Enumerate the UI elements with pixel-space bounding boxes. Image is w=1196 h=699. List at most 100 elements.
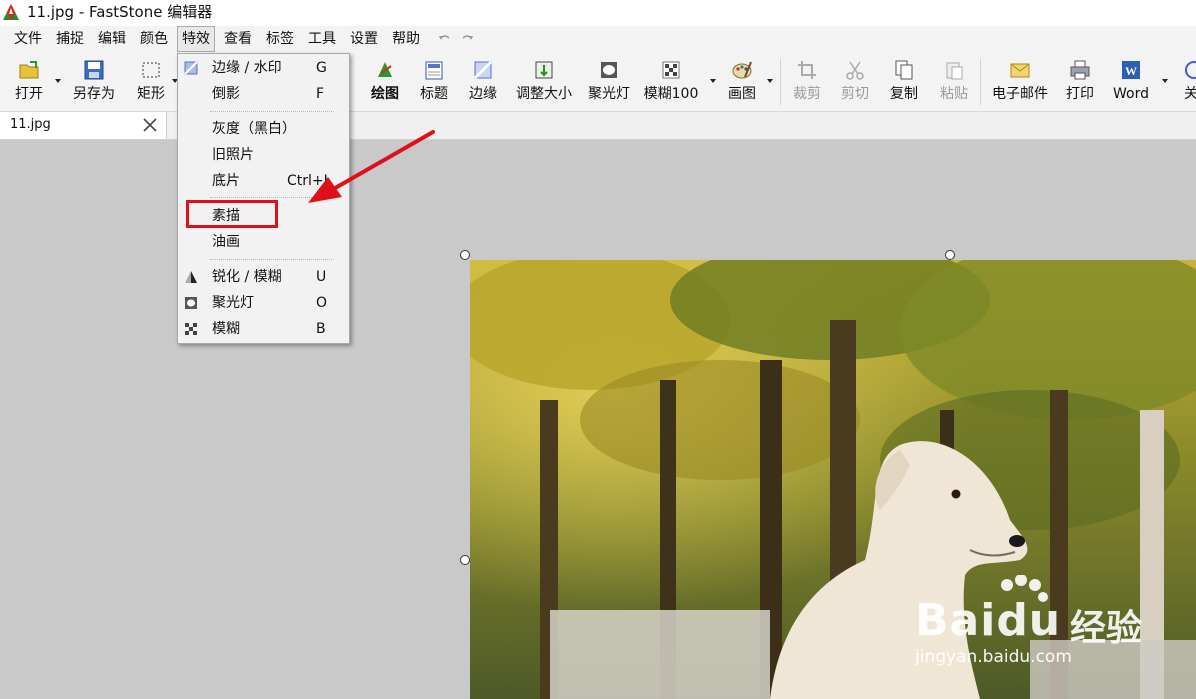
caption-button[interactable]: 标题 (414, 53, 454, 109)
menu-bar: 文件 捕捉 编辑 颜色 特效 查看 标签 工具 设置 帮助 (0, 26, 1196, 53)
resize-icon (535, 61, 553, 79)
menu-help[interactable]: 帮助 (388, 26, 424, 52)
menu-file[interactable]: 文件 (10, 26, 46, 52)
rectangle-select-icon (142, 62, 160, 78)
menu-item-spotlight[interactable]: 聚光灯 O (178, 291, 349, 315)
paint-label: 画图 (728, 86, 756, 102)
selection-handle[interactable] (945, 250, 955, 260)
tab-label: 11.jpg (10, 117, 51, 132)
copy-label: 复制 (890, 86, 918, 102)
watermark-url: jingyan.baidu.com (915, 647, 1072, 667)
email-envelope-icon (1010, 63, 1030, 78)
toolbar-separator (980, 59, 981, 105)
toolbar-separator (780, 59, 781, 105)
spotlight-icon (185, 297, 197, 309)
paste-icon (946, 62, 963, 80)
word-icon: W (1122, 61, 1140, 79)
blur-dropdown-arrow[interactable] (710, 79, 716, 83)
paint-button[interactable]: 画图 (722, 53, 762, 109)
word-button[interactable]: W Word (1108, 53, 1154, 109)
menu-tools[interactable]: 工具 (304, 26, 340, 52)
open-folder-icon (19, 61, 39, 79)
copy-icon (895, 60, 913, 80)
blur-button[interactable]: 模糊100 (640, 53, 702, 109)
resize-button[interactable]: 调整大小 (512, 53, 576, 109)
edge-button[interactable]: 边缘 (462, 53, 504, 109)
printer-icon (1070, 60, 1090, 80)
close-partial-label: 关 (1184, 86, 1196, 102)
spotlight-label: 聚光灯 (588, 86, 630, 102)
menu-effects[interactable]: 特效 (177, 26, 215, 52)
open-label: 打开 (15, 86, 43, 102)
spotlight-button[interactable]: 聚光灯 (584, 53, 634, 109)
paste-label: 粘贴 (940, 86, 968, 102)
email-button[interactable]: 电子邮件 (986, 53, 1054, 109)
close-icon[interactable] (140, 115, 160, 135)
close-circle-icon (1185, 61, 1196, 79)
menu-settings[interactable]: 设置 (346, 26, 382, 52)
draw-button[interactable]: 绘图 (366, 53, 404, 109)
title-bar: 11.jpg - FastStone 编辑器 (0, 0, 1196, 26)
baidu-watermark: Baidu 经验 jingyan.baidu.com (915, 575, 1185, 675)
menu-colors[interactable]: 颜色 (136, 26, 172, 52)
draw-label: 绘图 (371, 86, 399, 102)
menu-tags[interactable]: 标签 (262, 26, 298, 52)
annotation-highlight-box (186, 200, 278, 228)
word-dropdown-arrow[interactable] (1162, 79, 1168, 83)
crop-icon (798, 61, 816, 79)
save-as-label: 另存为 (73, 86, 115, 102)
menu-item-sharpen-blur[interactable]: 锐化 / 模糊 U (178, 265, 349, 289)
paint-palette-icon (732, 61, 752, 79)
menu-item-edge-watermark[interactable]: 边缘 / 水印 G (178, 56, 349, 80)
paint-dropdown-arrow[interactable] (767, 79, 773, 83)
edge-label: 边缘 (469, 86, 497, 102)
spotlight-icon (601, 62, 617, 78)
menu-item-oil-painting[interactable]: 油画 (178, 230, 349, 254)
watermark-cn: 经验 (1070, 608, 1143, 649)
draw-icon (378, 62, 392, 77)
cut-label: 剪切 (841, 86, 869, 102)
svg-text:W: W (1125, 64, 1137, 78)
selection-handle[interactable] (460, 555, 470, 565)
redo-icon[interactable] (460, 32, 474, 46)
menu-capture[interactable]: 捕捉 (52, 26, 88, 52)
crop-label: 裁剪 (793, 86, 821, 102)
rectangle-button[interactable]: 矩形 (130, 53, 172, 109)
menu-edit[interactable]: 编辑 (94, 26, 130, 52)
blur-icon (185, 323, 197, 335)
undo-icon[interactable] (438, 32, 452, 46)
annotation-arrow (308, 130, 435, 203)
email-label: 电子邮件 (992, 86, 1048, 102)
selection-handle[interactable] (460, 250, 470, 260)
sharpen-blur-icon (185, 271, 197, 283)
scissors-icon (846, 61, 864, 80)
word-label: Word (1113, 86, 1149, 102)
edge-icon (473, 60, 493, 80)
paste-button[interactable]: 粘贴 (934, 53, 974, 109)
crop-button[interactable]: 裁剪 (788, 53, 826, 109)
save-disk-icon (84, 60, 104, 80)
blur-icon (662, 61, 680, 79)
save-as-button[interactable]: 另存为 (66, 53, 122, 109)
print-label: 打印 (1066, 86, 1094, 102)
edge-watermark-icon (184, 61, 198, 75)
caption-label: 标题 (420, 86, 448, 102)
blur-label: 模糊100 (643, 86, 699, 102)
open-button[interactable]: 打开 (6, 53, 52, 109)
cut-button[interactable]: 剪切 (836, 53, 874, 109)
menu-item-blur[interactable]: 模糊 B (178, 317, 349, 341)
resize-label: 调整大小 (516, 86, 572, 102)
print-button[interactable]: 打印 (1060, 53, 1100, 109)
app-icon (3, 4, 19, 20)
copy-button[interactable]: 复制 (884, 53, 924, 109)
menu-view[interactable]: 查看 (220, 26, 256, 52)
paw-icon (1001, 575, 1048, 602)
close-partial-button[interactable]: 关 (1178, 53, 1196, 109)
menu-item-reflection[interactable]: 倒影 F (178, 82, 349, 106)
menu-separator (210, 259, 334, 260)
open-dropdown-arrow[interactable] (55, 79, 61, 83)
window-title: 11.jpg - FastStone 编辑器 (27, 3, 213, 21)
tab-11-jpg[interactable]: 11.jpg (0, 112, 167, 139)
menu-separator (210, 111, 334, 112)
rectangle-label: 矩形 (137, 86, 165, 102)
